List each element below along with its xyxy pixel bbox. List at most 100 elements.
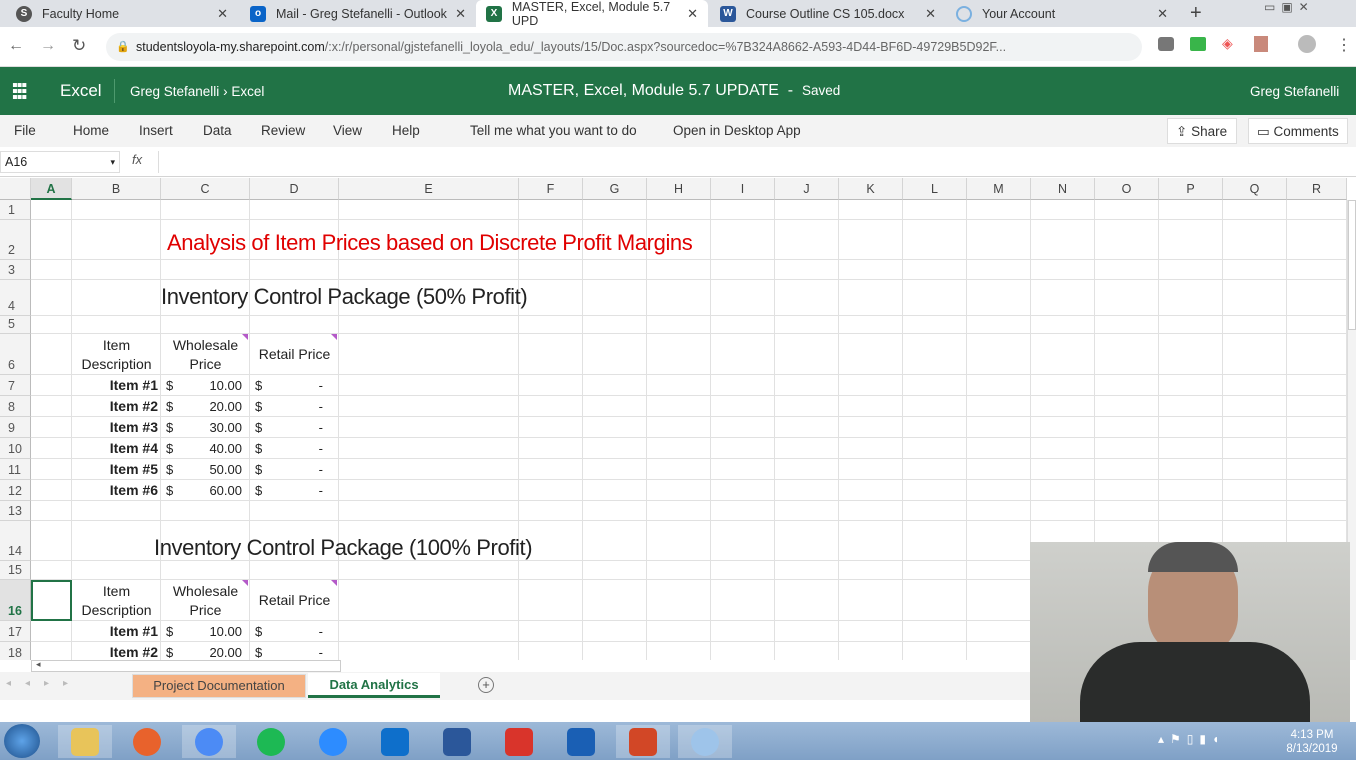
- new-tab-button[interactable]: +: [1190, 2, 1202, 25]
- column-header-F[interactable]: F: [519, 178, 583, 200]
- column-header-A[interactable]: A: [31, 178, 72, 200]
- scrollbar-thumb[interactable]: [1348, 200, 1356, 330]
- app-name[interactable]: Excel: [60, 81, 102, 101]
- close-tab-icon[interactable]: ✕: [217, 6, 228, 22]
- close-tab-icon[interactable]: ✕: [455, 6, 466, 22]
- column-header-J[interactable]: J: [775, 178, 839, 200]
- row-header-6[interactable]: 6: [0, 334, 31, 375]
- browser-tab-faculty-home[interactable]: S Faculty Home ✕: [6, 0, 238, 27]
- column-header-E[interactable]: E: [339, 178, 519, 200]
- taskbar-powerpoint[interactable]: [616, 725, 670, 758]
- user-name[interactable]: Greg Stefanelli: [1250, 84, 1339, 99]
- fx-icon[interactable]: fx: [132, 152, 142, 167]
- row-header-14[interactable]: 14: [0, 521, 31, 561]
- breadcrumb-owner[interactable]: Greg Stefanelli: [130, 84, 219, 99]
- reload-icon[interactable]: ↻: [72, 36, 86, 56]
- window-controls[interactable]: ▭▣✕: [1264, 0, 1315, 14]
- taskbar-teamviewer[interactable]: [368, 725, 422, 758]
- browser-tab-word[interactable]: W Course Outline CS 105.docx ✕: [710, 0, 946, 27]
- column-header-M[interactable]: M: [967, 178, 1031, 200]
- column-header-B[interactable]: B: [72, 178, 161, 200]
- sheet-nav-arrows[interactable]: ◂◂▸▸: [6, 678, 82, 689]
- comment-indicator[interactable]: [331, 334, 337, 340]
- comments-button[interactable]: ▭ Comments: [1248, 118, 1348, 144]
- comment-indicator[interactable]: [331, 580, 337, 586]
- column-header-P[interactable]: P: [1159, 178, 1223, 200]
- taskbar-chrome[interactable]: [182, 725, 236, 758]
- open-in-desktop-app[interactable]: Open in Desktop App: [673, 123, 801, 138]
- row-header-2[interactable]: 2: [0, 220, 31, 260]
- forward-icon[interactable]: →: [40, 37, 56, 55]
- back-icon[interactable]: ←: [8, 37, 24, 55]
- taskbar-word[interactable]: [430, 725, 484, 758]
- comment-indicator[interactable]: [242, 334, 248, 340]
- column-header-D[interactable]: D: [250, 178, 339, 200]
- extension-icon[interactable]: [1190, 37, 1206, 51]
- column-header-N[interactable]: N: [1031, 178, 1095, 200]
- extension-icon[interactable]: ◈: [1222, 35, 1233, 52]
- row-header-8[interactable]: 8: [0, 396, 31, 417]
- drive-extension-icon[interactable]: [1158, 37, 1174, 51]
- add-sheet-button[interactable]: +: [478, 677, 494, 693]
- start-button[interactable]: [4, 724, 40, 758]
- column-header-G[interactable]: G: [583, 178, 647, 200]
- browser-tab-account[interactable]: Your Account ✕: [946, 0, 1178, 27]
- row-header-11[interactable]: 11: [0, 459, 31, 480]
- menu-review[interactable]: Review: [261, 123, 305, 138]
- row-header-4[interactable]: 4: [0, 280, 31, 316]
- column-header-L[interactable]: L: [903, 178, 967, 200]
- row-header-5[interactable]: 5: [0, 316, 31, 334]
- taskbar-ccleaner[interactable]: [492, 725, 546, 758]
- menu-view[interactable]: View: [333, 123, 362, 138]
- url-field[interactable]: 🔒 studentsloyola-my.sharepoint.com/:x:/r…: [106, 33, 1142, 61]
- taskbar-spotify[interactable]: [244, 725, 298, 758]
- document-title[interactable]: MASTER, Excel, Module 5.7 UPDATE: [508, 82, 779, 99]
- browser-tab-excel[interactable]: X MASTER, Excel, Module 5.7 UPD ✕: [476, 0, 708, 28]
- taskbar-malwarebytes[interactable]: [554, 725, 608, 758]
- close-tab-icon[interactable]: ✕: [1157, 6, 1168, 22]
- row-header-9[interactable]: 9: [0, 417, 31, 438]
- row-header-7[interactable]: 7: [0, 375, 31, 396]
- clock[interactable]: 4:13 PM 8/13/2019: [1284, 728, 1340, 756]
- tell-me-search[interactable]: Tell me what you want to do: [470, 123, 637, 138]
- column-header-R[interactable]: R: [1287, 178, 1347, 200]
- row-header-13[interactable]: 13: [0, 501, 31, 521]
- comment-indicator[interactable]: [242, 580, 248, 586]
- menu-insert[interactable]: Insert: [139, 123, 173, 138]
- row-header-10[interactable]: 10: [0, 438, 31, 459]
- breadcrumb-app[interactable]: Excel: [231, 84, 264, 99]
- pdf-extension-icon[interactable]: [1254, 36, 1268, 52]
- formula-input[interactable]: [158, 151, 1348, 173]
- share-button[interactable]: ⇪ Share: [1167, 118, 1237, 144]
- horizontal-scrollbar[interactable]: ◂: [31, 659, 341, 672]
- row-header-15[interactable]: 15: [0, 561, 31, 580]
- menu-help[interactable]: Help: [392, 123, 420, 138]
- row-header-1[interactable]: 1: [0, 200, 31, 220]
- sheet-tab-project-documentation[interactable]: Project Documentation: [132, 674, 306, 698]
- menu-data[interactable]: Data: [203, 123, 232, 138]
- row-header-16[interactable]: 16: [0, 580, 31, 621]
- row-header-12[interactable]: 12: [0, 480, 31, 501]
- row-header-17[interactable]: 17: [0, 621, 31, 642]
- profile-avatar[interactable]: [1298, 35, 1316, 53]
- close-tab-icon[interactable]: ✕: [925, 6, 936, 22]
- sheet-tab-data-analytics[interactable]: Data Analytics: [308, 673, 440, 698]
- taskbar-explorer[interactable]: [58, 725, 112, 758]
- selected-cell[interactable]: [31, 580, 72, 621]
- close-tab-icon[interactable]: ✕: [687, 6, 698, 22]
- column-header-Q[interactable]: Q: [1223, 178, 1287, 200]
- row-header-18[interactable]: 18: [0, 642, 31, 660]
- column-header-O[interactable]: O: [1095, 178, 1159, 200]
- column-header-C[interactable]: C: [161, 178, 250, 200]
- column-header-K[interactable]: K: [839, 178, 903, 200]
- name-box[interactable]: A16 ▾: [0, 151, 120, 173]
- menu-file[interactable]: File: [14, 123, 36, 138]
- row-header-3[interactable]: 3: [0, 260, 31, 280]
- menu-kebab-icon[interactable]: ⋮: [1336, 35, 1352, 55]
- taskbar-firefox[interactable]: [120, 725, 174, 758]
- column-header-I[interactable]: I: [711, 178, 775, 200]
- menu-home[interactable]: Home: [73, 123, 109, 138]
- browser-tab-outlook[interactable]: o Mail - Greg Stefanelli - Outlook ✕: [240, 0, 476, 27]
- system-tray-icons[interactable]: ▴⚑▯▮◖: [1158, 732, 1225, 746]
- taskbar-cortana[interactable]: [678, 725, 732, 758]
